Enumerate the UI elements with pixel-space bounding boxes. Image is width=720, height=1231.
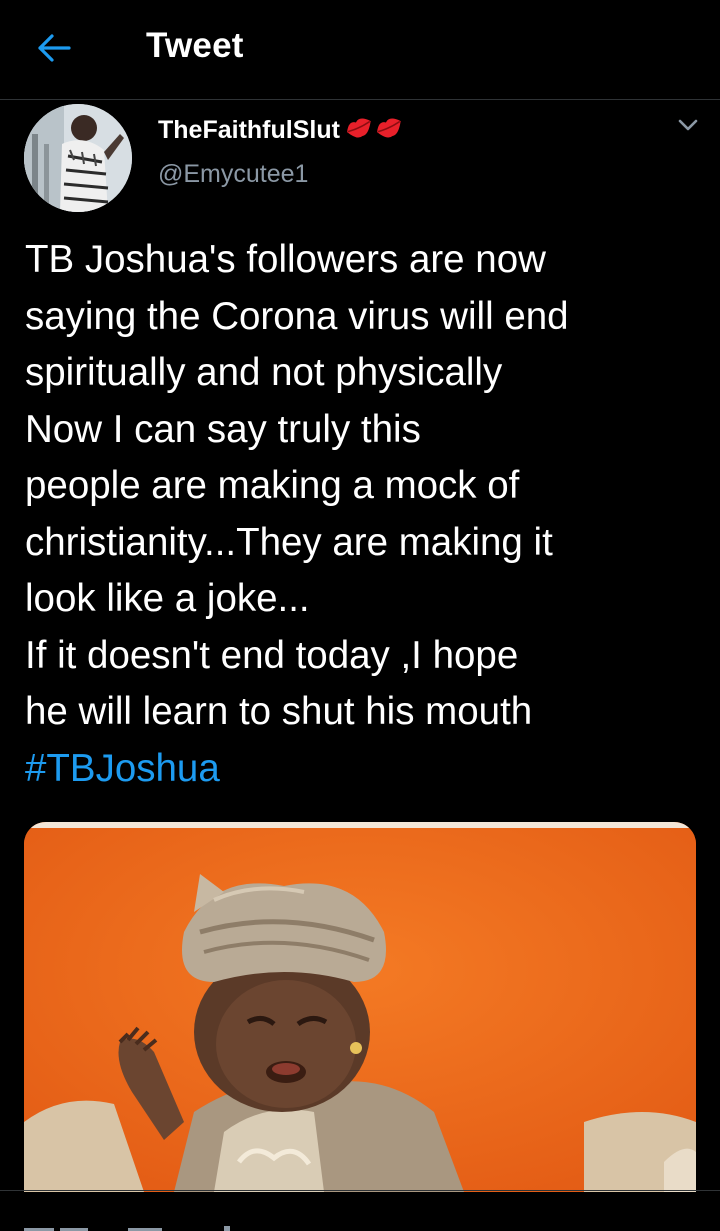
top-app-bar: Tweet <box>0 0 720 100</box>
tweet-text-line: he will learn to shut his mouth <box>25 690 533 733</box>
author-display-name[interactable]: TheFaithfulSlut <box>158 112 406 149</box>
more-options-button[interactable] <box>670 110 706 140</box>
tweet-text-line: look like a joke... <box>25 577 310 620</box>
hashtag-link[interactable]: #TBJoshua <box>25 741 705 798</box>
tweet-text-line: saying the Corona virus will end <box>25 294 569 338</box>
user-avatar-photo <box>24 104 132 212</box>
chevron-down-icon <box>678 119 698 131</box>
tweet-timestamp-peek <box>24 1222 244 1231</box>
tweet-text-line: TB Joshua's followers are now <box>25 238 546 281</box>
back-button[interactable] <box>30 24 78 72</box>
tweet-media-image[interactable] <box>24 822 696 1192</box>
tweet-text-line: christianity...They are making it <box>25 520 553 564</box>
author-name-text: TheFaithfulSlut <box>158 116 340 144</box>
tweet-text: TB Joshua's followers are now saying the… <box>25 232 705 797</box>
divider <box>0 1190 720 1191</box>
tweet-text-line: Now I can say truly this <box>25 407 421 451</box>
lips-emoji-icon <box>342 112 406 149</box>
arrow-left-icon <box>38 34 71 62</box>
author-handle[interactable]: @Emycutee1 <box>158 160 308 189</box>
tweet-text-line: spiritually and not physically <box>25 351 503 394</box>
crying-child-photo <box>24 822 696 1192</box>
page-title: Tweet <box>146 26 244 65</box>
tweet-text-line: people are making a mock of <box>25 464 520 507</box>
tweet-author-row: TheFaithfulSlut @Emycutee1 <box>0 100 720 212</box>
tweet-text-line: If it doesn't end today ,I hope <box>25 633 519 677</box>
avatar[interactable] <box>24 104 132 212</box>
